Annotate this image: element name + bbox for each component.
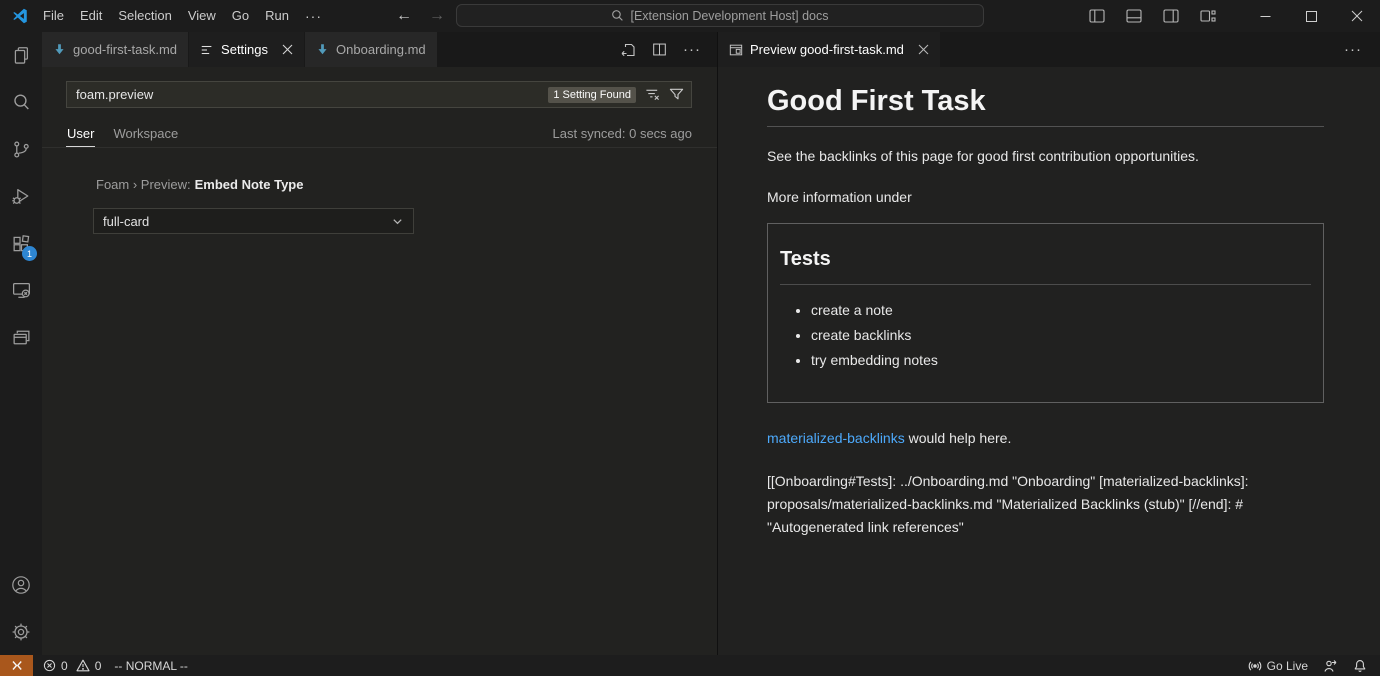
explorer-icon[interactable]: [0, 32, 42, 79]
markdown-preview: Good First Task See the backlinks of thi…: [718, 67, 1380, 655]
menu-go[interactable]: Go: [224, 0, 257, 32]
editor-group-left: good-first-task.md Settings Onboarding.m…: [42, 32, 717, 655]
link-suffix: would help here.: [905, 430, 1012, 446]
settings-editor-icon: [200, 43, 214, 57]
scope-tab-workspace[interactable]: Workspace: [112, 120, 179, 147]
remote-indicator[interactable]: [0, 655, 33, 676]
menu-bar: File Edit Selection View Go Run ···: [35, 0, 330, 32]
split-editor-icon[interactable]: [652, 42, 667, 57]
open-settings-json-icon[interactable]: [620, 42, 636, 58]
embed-note-type-select[interactable]: full-card: [93, 208, 414, 234]
go-live-label: Go Live: [1267, 659, 1308, 673]
clear-settings-filter-icon[interactable]: [645, 87, 660, 102]
tab-label: Preview good-first-task.md: [750, 42, 904, 57]
select-value: full-card: [103, 214, 149, 229]
setting-name: Embed Note Type: [195, 177, 304, 192]
search-view-icon[interactable]: [0, 79, 42, 126]
settings-search-value: foam.preview: [76, 87, 153, 102]
filter-icon[interactable]: [669, 87, 684, 102]
chevron-down-icon: [391, 215, 404, 228]
close-tab-icon[interactable]: [282, 44, 293, 55]
warnings-icon: [76, 659, 90, 672]
problems-indicator[interactable]: 0 0: [43, 659, 101, 673]
run-debug-icon[interactable]: [0, 173, 42, 220]
list-item: try embedding notes: [811, 352, 1311, 368]
activity-bar: 1: [0, 32, 42, 655]
settings-gear-icon[interactable]: [0, 608, 42, 655]
embedded-note-card: Tests create a note create backlinks try…: [767, 223, 1324, 403]
preview-title: Good First Task: [767, 83, 1324, 127]
tab-label: good-first-task.md: [73, 42, 177, 57]
editor-group-right: Preview good-first-task.md ··· Good Firs…: [717, 32, 1380, 655]
warning-count: 0: [95, 659, 102, 673]
link-references-text: [[Onboarding#Tests]: ../Onboarding.md "O…: [767, 470, 1324, 539]
menu-selection[interactable]: Selection: [110, 0, 179, 32]
menu-file[interactable]: File: [35, 0, 72, 32]
vim-mode-indicator[interactable]: -- NORMAL --: [114, 659, 188, 673]
command-center[interactable]: [Extension Development Host] docs: [456, 4, 984, 27]
maximize-button[interactable]: [1288, 0, 1334, 32]
search-icon: [611, 9, 624, 22]
settings-scope-tabs: User Workspace Last synced: 0 secs ago: [42, 120, 717, 148]
tab-bar-right: Preview good-first-task.md ···: [718, 32, 1380, 67]
toggle-panel-icon[interactable]: [1126, 9, 1142, 23]
menu-view[interactable]: View: [180, 0, 224, 32]
list-item: create a note: [811, 302, 1311, 318]
extensions-badge: 1: [22, 246, 37, 261]
preview-paragraph: materialized-backlinks would help here.: [767, 430, 1324, 446]
menu-run[interactable]: Run: [257, 0, 297, 32]
vscode-logo-icon: [11, 7, 29, 25]
embed-list: create a note create backlinks try embed…: [780, 302, 1311, 368]
tab-label: Settings: [221, 42, 268, 57]
list-item: create backlinks: [811, 327, 1311, 343]
menu-edit[interactable]: Edit: [72, 0, 110, 32]
close-window-button[interactable]: [1334, 0, 1380, 32]
command-center-label: [Extension Development Host] docs: [630, 9, 828, 23]
extensions-icon[interactable]: 1: [0, 220, 42, 267]
toggle-secondary-sidebar-icon[interactable]: [1163, 9, 1179, 23]
settings-count-badge: 1 Setting Found: [548, 87, 636, 103]
minimize-button[interactable]: [1242, 0, 1288, 32]
markdown-file-icon: [316, 43, 329, 56]
remote-explorer-icon[interactable]: [0, 267, 42, 314]
last-synced-label: Last synced: 0 secs ago: [553, 120, 692, 147]
live-share-icon[interactable]: [1323, 659, 1338, 673]
settings-search-input[interactable]: foam.preview 1 Setting Found: [66, 81, 692, 108]
windows-panels-icon[interactable]: [0, 314, 42, 361]
setting-category: Foam › Preview:: [96, 177, 191, 192]
history-forward-icon[interactable]: →: [429, 7, 445, 25]
tab-onboarding[interactable]: Onboarding.md: [305, 32, 438, 67]
embed-heading: Tests: [780, 248, 1311, 285]
editor-actions-more-icon[interactable]: ···: [683, 41, 701, 58]
tab-good-first-task[interactable]: good-first-task.md: [42, 32, 189, 67]
editor-actions-more-icon[interactable]: ···: [1344, 32, 1380, 67]
titlebar: File Edit Selection View Go Run ··· ← → …: [0, 0, 1380, 32]
toggle-sidebar-icon[interactable]: [1089, 9, 1105, 23]
markdown-file-icon: [53, 43, 66, 56]
preview-paragraph: See the backlinks of this page for good …: [767, 148, 1324, 164]
errors-icon: [43, 659, 56, 672]
error-count: 0: [61, 659, 68, 673]
settings-editor: foam.preview 1 Setting Found User Worksp…: [42, 67, 717, 655]
materialized-backlinks-link[interactable]: materialized-backlinks: [767, 430, 905, 446]
scope-tab-user[interactable]: User: [66, 120, 95, 147]
notifications-bell-icon[interactable]: [1353, 659, 1367, 673]
tab-bar-left: good-first-task.md Settings Onboarding.m…: [42, 32, 717, 67]
customize-layout-icon[interactable]: [1200, 9, 1216, 23]
preview-paragraph: More information under: [767, 189, 1324, 205]
menu-overflow-icon[interactable]: ···: [297, 0, 330, 32]
tab-preview[interactable]: Preview good-first-task.md: [718, 32, 941, 67]
go-live-button[interactable]: Go Live: [1248, 659, 1308, 673]
status-bar: 0 0 -- NORMAL -- Go Live: [0, 655, 1380, 676]
setting-title: Foam › Preview: Embed Note Type: [96, 177, 303, 192]
source-control-icon[interactable]: [0, 126, 42, 173]
open-preview-icon: [729, 43, 743, 57]
history-back-icon[interactable]: ←: [396, 7, 412, 25]
tab-settings[interactable]: Settings: [189, 32, 305, 67]
broadcast-icon: [1248, 659, 1262, 673]
close-tab-icon[interactable]: [918, 44, 929, 55]
tab-label: Onboarding.md: [336, 42, 426, 57]
account-icon[interactable]: [0, 561, 42, 608]
